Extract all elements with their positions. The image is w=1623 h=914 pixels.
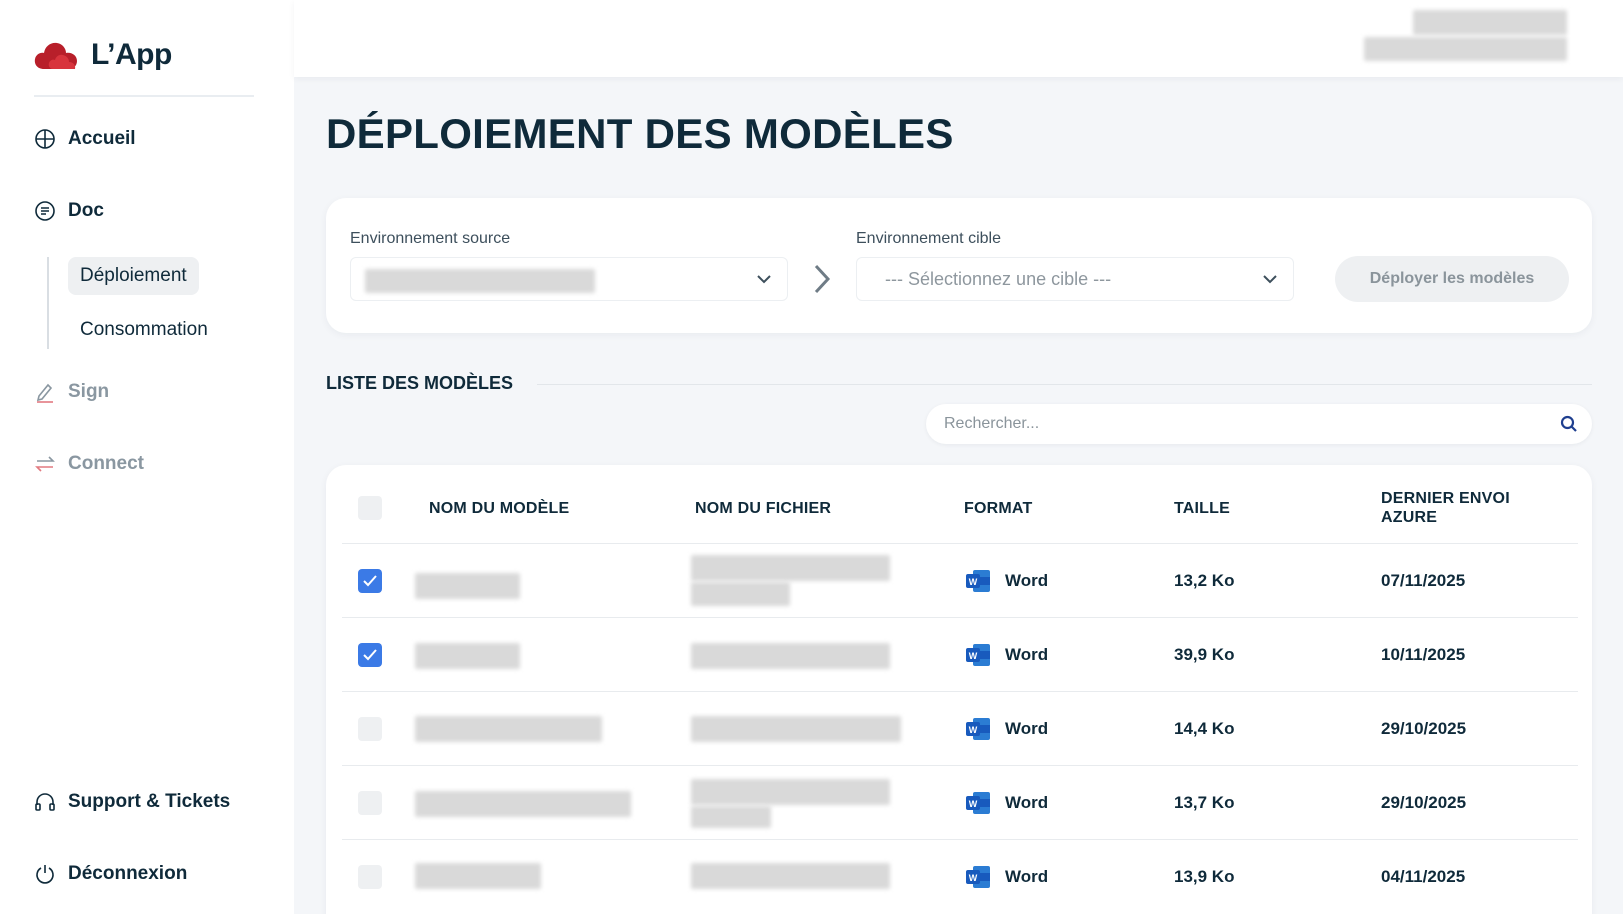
sidebar-item-accueil[interactable]: Accueil [34,128,136,150]
model-name-redacted [415,573,520,599]
column-header-file-name[interactable]: NOM DU FICHIER [695,499,831,518]
user-email-redacted [1364,37,1567,61]
app-logo[interactable]: L’App [33,38,172,72]
column-header-last-azure-upload[interactable]: DERNIER ENVOI AZURE [1381,489,1531,527]
model-name-redacted [415,643,520,669]
sidebar-item-label: Sign [68,381,110,402]
sidebar: L’App Accueil Doc Déploiement Consommati… [0,0,294,914]
page-title: DÉPLOIEMENT DES MODÈLES [326,110,954,157]
size-value: 13,9 Ko [1174,867,1235,886]
source-env-select[interactable] [350,257,788,301]
size-value: 13,7 Ko [1174,793,1235,812]
model-name-redacted [415,716,602,742]
models-table [326,465,1592,914]
word-icon: W [966,866,990,888]
size-value: 39,9 Ko [1174,645,1235,664]
svg-text:W: W [969,725,978,735]
row-divider [342,617,1578,618]
svg-text:W: W [969,873,978,883]
document-icon [34,200,56,222]
source-env-label: Environnement source [350,230,511,247]
file-name-redacted [691,779,890,805]
sidebar-item-label: Connect [68,453,144,474]
format-value: Word [1005,645,1049,664]
subnav-rail [47,257,49,349]
cloud-logo-icon [34,42,77,69]
sidebar-subitem-consommation[interactable]: Consommation [68,311,220,349]
svg-text:W: W [969,799,978,809]
format-value: Word [1005,867,1049,886]
search-bar [926,404,1592,444]
target-env-placeholder: --- Sélectionnez une cible --- [885,269,1112,289]
app-name: L’App [91,38,172,71]
select-all-checkbox[interactable] [358,496,382,520]
pen-icon [34,381,56,403]
sidebar-subitem-deploiement[interactable]: Déploiement [68,257,199,295]
swap-arrows-icon [34,453,56,475]
file-name-redacted [691,555,890,581]
sidebar-item-connect[interactable]: Connect [34,453,144,475]
row-divider [342,839,1578,840]
date-value: 04/11/2025 [1381,867,1466,886]
models-list-title: LISTE DES MODÈLES [326,373,514,393]
row-divider [342,543,1578,544]
column-header-size[interactable]: TAILLE [1174,499,1230,518]
model-name-redacted [415,791,631,817]
word-icon: W [966,644,990,666]
file-name-redacted [691,806,771,828]
sidebar-item-label: Accueil [68,128,136,149]
format-value: Word [1005,571,1049,590]
row-divider [342,691,1578,692]
word-icon: W [966,792,990,814]
sidebar-item-logout[interactable]: Déconnexion [34,863,187,885]
deploy-models-button[interactable]: Déployer les modèles [1335,256,1569,302]
sidebar-item-support[interactable]: Support & Tickets [34,791,230,813]
column-header-format[interactable]: FORMAT [964,499,1032,518]
sidebar-item-doc[interactable]: Doc [34,200,104,222]
file-name-redacted [691,716,901,742]
file-name-redacted [691,643,890,669]
chevron-down-icon [757,275,771,284]
target-env-label: Environnement cible [856,230,1001,247]
sidebar-divider [34,95,254,97]
format-value: Word [1005,793,1049,812]
date-value: 10/11/2025 [1381,645,1466,664]
section-divider [537,384,1592,385]
globe-icon [34,128,56,150]
date-value: 29/10/2025 [1381,719,1467,738]
user-name-redacted[interactable] [1413,10,1567,35]
sidebar-item-label: Déconnexion [68,863,188,884]
search-input[interactable] [944,404,1534,444]
row-checkbox[interactable] [358,643,382,667]
date-value: 29/10/2025 [1381,793,1467,812]
svg-text:W: W [969,651,978,661]
size-value: 13,2 Ko [1174,571,1235,590]
svg-text:W: W [969,577,978,587]
format-value: Word [1005,719,1049,738]
column-header-model-name[interactable]: NOM DU MODÈLE [429,499,569,518]
row-checkbox[interactable] [358,791,382,815]
date-value: 07/11/2025 [1381,571,1466,590]
row-divider [342,765,1578,766]
size-value: 14,4 Ko [1174,719,1235,738]
sidebar-item-label: Support & Tickets [68,791,231,812]
source-env-value-redacted [365,269,595,293]
row-checkbox[interactable] [358,865,382,889]
file-name-redacted [691,582,790,606]
target-env-select[interactable]: --- Sélectionnez une cible --- [856,257,1294,301]
file-name-redacted [691,863,890,889]
sidebar-item-sign[interactable]: Sign [34,381,109,403]
headset-icon [34,791,56,813]
power-icon [34,863,56,885]
chevron-right-icon [814,264,831,294]
model-name-redacted [415,863,541,889]
chevron-down-icon [1263,275,1277,284]
word-icon: W [966,570,990,592]
word-icon: W [966,718,990,740]
row-checkbox[interactable] [358,569,382,593]
row-checkbox[interactable] [358,717,382,741]
search-icon[interactable] [1560,415,1578,433]
sidebar-item-label: Doc [68,200,104,221]
